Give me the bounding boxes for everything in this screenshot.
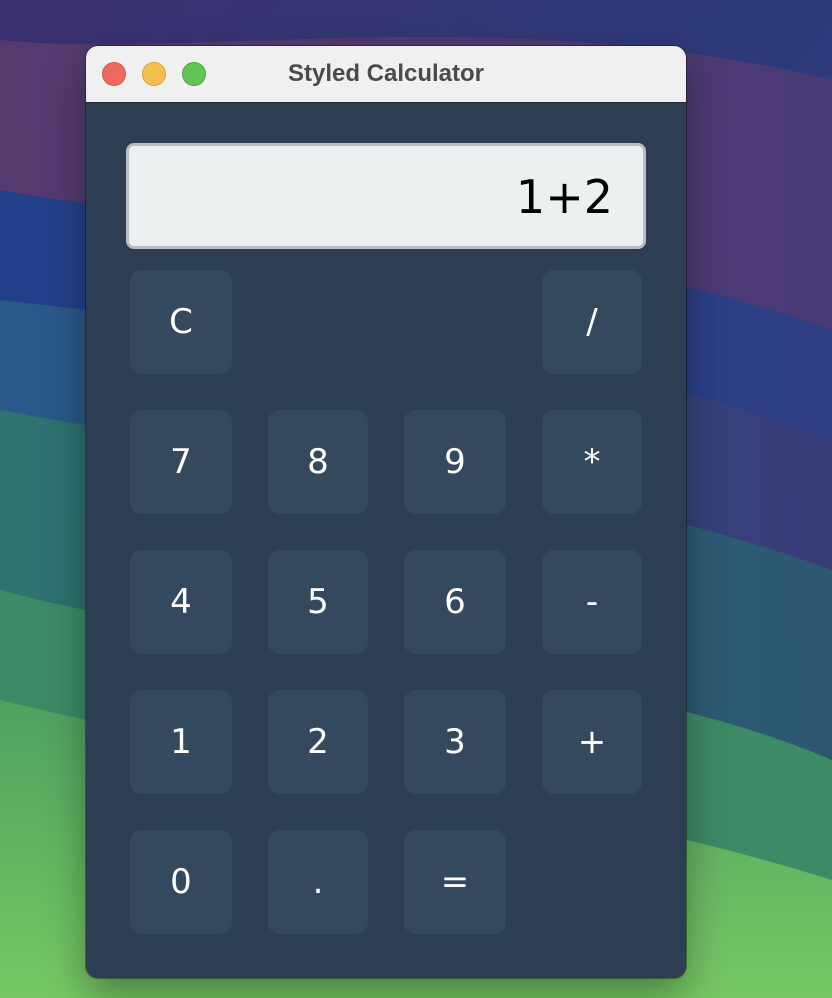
decimal-button[interactable]: . — [268, 830, 368, 934]
title-bar[interactable]: Styled Calculator — [86, 46, 686, 103]
display-value: 1+2 — [515, 170, 613, 224]
divide-button[interactable]: / — [542, 270, 642, 374]
digit-9-button[interactable]: 9 — [404, 410, 506, 514]
subtract-button[interactable]: - — [542, 550, 642, 654]
window-title: Styled Calculator — [287, 60, 485, 87]
calculator-display: 1+2 — [126, 143, 646, 249]
digit-5-button[interactable]: 5 — [268, 550, 368, 654]
digit-3-button[interactable]: 3 — [404, 690, 506, 794]
digit-1-button[interactable]: 1 — [130, 690, 232, 794]
digit-2-button[interactable]: 2 — [268, 690, 368, 794]
multiply-button[interactable]: * — [542, 410, 642, 514]
digit-6-button[interactable]: 6 — [404, 550, 506, 654]
equals-button[interactable]: = — [404, 830, 506, 934]
add-button[interactable]: + — [542, 690, 642, 794]
digit-7-button[interactable]: 7 — [130, 410, 232, 514]
calculator-window: Styled Calculator 1+2 C / 7 8 9 * 4 5 6 … — [86, 46, 686, 978]
digit-0-button[interactable]: 0 — [130, 830, 232, 934]
digit-8-button[interactable]: 8 — [268, 410, 368, 514]
clear-button[interactable]: C — [130, 270, 232, 374]
digit-4-button[interactable]: 4 — [130, 550, 232, 654]
